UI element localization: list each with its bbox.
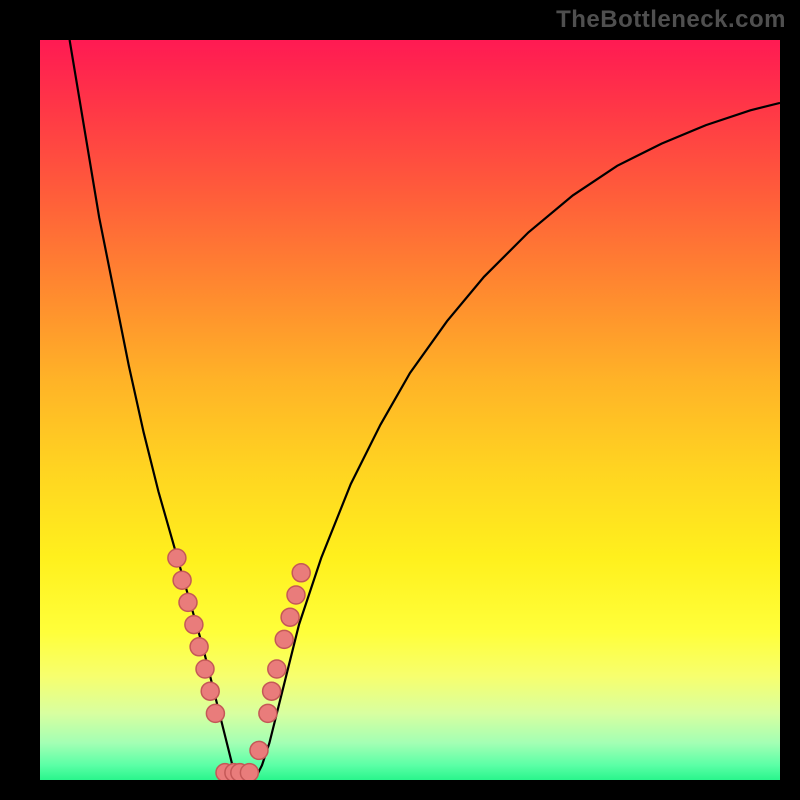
watermark-label: TheBottleneck.com xyxy=(556,6,786,34)
bottleneck-curve xyxy=(70,40,780,780)
highlighted-point xyxy=(179,593,197,611)
highlighted-point xyxy=(263,682,281,700)
highlighted-point xyxy=(206,704,224,722)
plot-area xyxy=(40,40,780,780)
highlighted-point xyxy=(196,660,214,678)
highlighted-point xyxy=(292,564,310,582)
highlighted-point xyxy=(281,608,299,626)
highlighted-point xyxy=(275,630,293,648)
highlighted-point xyxy=(201,682,219,700)
highlighted-point xyxy=(185,616,203,634)
highlighted-point xyxy=(190,638,208,656)
highlighted-point xyxy=(173,571,191,589)
highlighted-point xyxy=(168,549,186,567)
highlighted-point xyxy=(268,660,286,678)
highlighted-point xyxy=(240,764,258,780)
chart-frame: TheBottleneck.com xyxy=(0,0,800,800)
highlighted-point xyxy=(287,586,305,604)
chart-svg xyxy=(40,40,780,780)
highlighted-point xyxy=(259,704,277,722)
highlighted-point xyxy=(250,741,268,759)
